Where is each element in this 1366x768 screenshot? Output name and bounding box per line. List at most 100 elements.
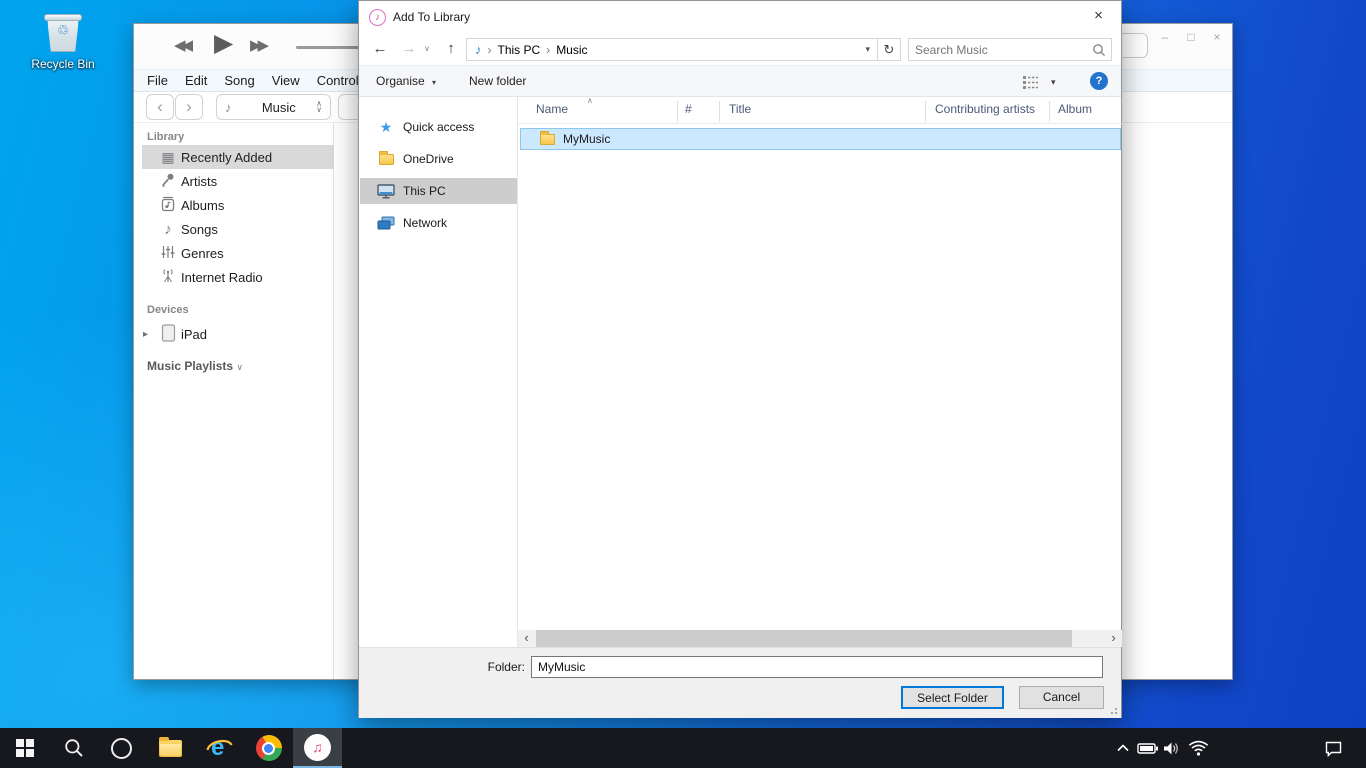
address-bar[interactable]: ♪ › This PC › Music ▾ [466,38,878,61]
sidebar-item-label: Albums [181,198,224,213]
sort-ascending-icon: ∧ [587,96,593,105]
up-button[interactable]: ↑ [439,37,463,61]
show-hidden-icons-button[interactable] [1112,728,1134,768]
column-resize-handle[interactable] [1049,101,1050,122]
dialog-nav-row: ← → ∨ ↑ ♪ › This PC › Music ▾ ↻ [359,33,1121,65]
organise-button[interactable]: Organise ▾ [376,66,436,96]
history-back-button[interactable]: ‹ [146,94,174,120]
folder-name-input[interactable] [531,656,1103,678]
menu-file[interactable]: File [147,73,168,88]
nav-pane-network[interactable]: Network [360,210,517,236]
forward-button[interactable]: → [397,37,421,61]
sidebar-item-ipad[interactable]: ▸ iPad [134,322,334,346]
devices-header: Devices [147,304,189,316]
close-button[interactable]: × [1205,27,1229,47]
column-header-name[interactable]: Name [536,102,568,116]
maximize-button[interactable]: □ [1179,27,1203,47]
breadcrumb-music[interactable]: Music [556,43,587,57]
music-playlists-header[interactable]: Music Playlists ∨ [147,359,243,373]
cancel-button[interactable]: Cancel [1019,686,1104,709]
file-row-mymusic[interactable]: MyMusic [520,128,1121,150]
nav-pane-quick-access[interactable]: ★ Quick access [360,114,517,140]
view-dropdown-icon[interactable]: ▾ [1051,67,1056,97]
search-box[interactable] [908,38,1112,61]
internet-explorer-button[interactable]: e [195,728,244,768]
start-button[interactable] [0,728,49,768]
dialog-titlebar[interactable]: ♪ Add To Library [359,1,1121,33]
column-header-album[interactable]: Album [1058,102,1092,116]
column-resize-handle[interactable] [677,101,678,122]
address-dropdown-icon[interactable]: ▾ [865,44,870,55]
resize-grip[interactable] [1109,706,1117,714]
nav-pane-this-pc[interactable]: This PC [360,178,517,204]
chevron-down-icon: ∨ [236,362,243,372]
menu-view[interactable]: View [272,73,300,88]
column-header-contributing-artists[interactable]: Contributing artists [935,102,1035,116]
details-view-icon[interactable] [1023,75,1040,92]
ipad-icon [158,324,178,345]
nav-pane-label: This PC [403,184,446,198]
music-note-icon: ♪ [225,100,232,115]
sidebar-item-songs[interactable]: ♪ Songs [134,217,334,241]
file-name: MyMusic [563,132,610,146]
menu-song[interactable]: Song [224,73,254,88]
volume-tray-icon[interactable] [1160,728,1184,768]
back-button[interactable]: ← [368,37,392,61]
recycle-bin-icon[interactable]: ♲ [43,12,83,54]
column-resize-handle[interactable] [925,101,926,122]
itunes-icon: ♫ [304,734,331,761]
search-icon[interactable] [1092,43,1106,57]
battery-tray-icon[interactable] [1136,728,1160,768]
sidebar-item-label: Internet Radio [181,270,263,285]
rewind-button[interactable]: ◀◀ [174,36,189,54]
expander-icon[interactable]: ▸ [143,329,148,340]
column-resize-handle[interactable] [719,101,720,122]
action-center-button[interactable] [1320,728,1346,768]
dialog-footer: Folder: Select Folder Cancel [359,647,1121,718]
breadcrumb-this-pc[interactable]: This PC [498,43,541,57]
sidebar-item-internet-radio[interactable]: Internet Radio [134,265,334,289]
new-folder-button[interactable]: New folder [469,66,526,96]
sidebar-item-recently-added[interactable]: ▦ Recently Added [142,145,334,169]
recycle-bin-desktop-icon[interactable]: ♲ Recycle Bin [20,12,106,71]
scroll-left-button[interactable]: ‹ [518,630,535,647]
select-folder-button[interactable]: Select Folder [901,686,1004,709]
cortana-button[interactable] [97,728,146,768]
taskbar-search-button[interactable] [49,728,98,768]
history-forward-button[interactable]: › [175,94,203,120]
recycle-symbol: ♲ [43,22,83,39]
taskbar: e ♫ [0,728,1366,768]
wifi-tray-icon[interactable] [1186,728,1210,768]
fast-forward-button[interactable]: ▶▶ [250,36,265,54]
sidebar-item-label: Genres [181,246,224,261]
nav-pane-onedrive[interactable]: OneDrive [360,146,517,172]
play-button[interactable]: ▶ [214,28,233,58]
media-type-selector[interactable]: ♪ Music ∧∨ [216,94,331,120]
scroll-right-button[interactable]: › [1105,630,1122,647]
help-button[interactable]: ? [1090,72,1108,90]
genres-icon [158,244,178,263]
menu-edit[interactable]: Edit [185,73,207,88]
chrome-button[interactable] [244,728,293,768]
microphone-icon [158,172,178,191]
pane-divider [517,97,518,647]
column-header-number[interactable]: # [685,102,692,116]
folder-icon [540,134,555,145]
column-header-title[interactable]: Title [729,102,751,116]
refresh-button[interactable]: ↻ [878,38,901,61]
minimize-button[interactable]: – [1153,27,1177,47]
sidebar-item-artists[interactable]: Artists [134,169,334,193]
dialog-close-button[interactable]: × [1076,1,1121,31]
sidebar-item-genres[interactable]: Genres [134,241,334,265]
itunes-taskbar-button[interactable]: ♫ [293,728,342,768]
horizontal-scrollbar[interactable]: ‹ › [518,630,1122,647]
scrollbar-thumb[interactable] [536,630,1072,647]
sidebar-item-albums[interactable]: Albums [134,193,334,217]
nav-pane-label: OneDrive [403,152,454,166]
recent-locations-chevron[interactable]: ∨ [419,37,435,61]
header-underline [518,123,1122,124]
search-input[interactable] [915,40,1085,59]
dropdown-icon: ▾ [432,78,436,87]
sidebar-item-label: Recently Added [181,150,272,165]
file-explorer-button[interactable] [146,728,195,768]
